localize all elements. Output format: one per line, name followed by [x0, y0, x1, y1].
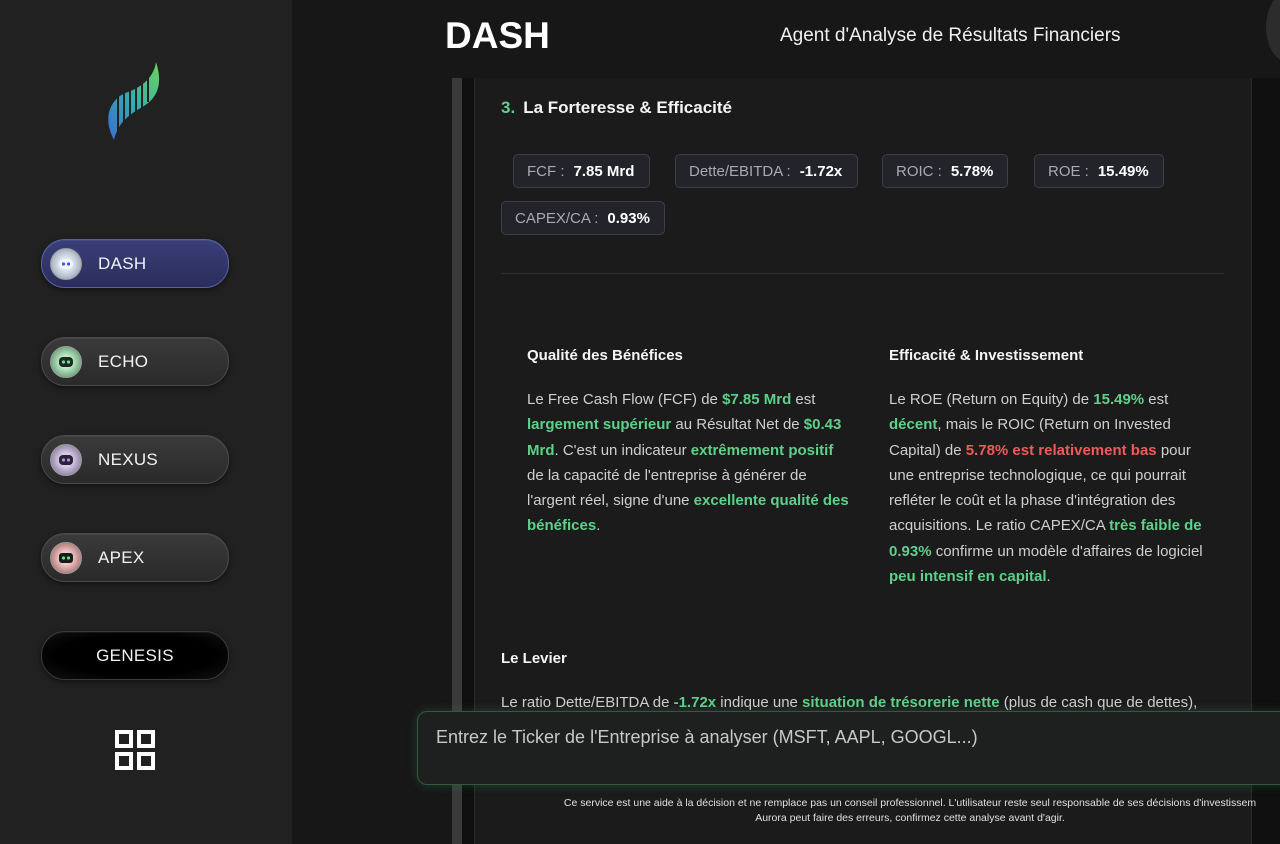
agent-label: ECHO [98, 351, 149, 371]
agent-label: NEXUS [98, 449, 159, 469]
metric-badge-dette-ebitda: Dette/EBITDA : -1.72x [675, 154, 858, 188]
agent-button-genesis[interactable]: GENESIS [41, 631, 229, 680]
agent-button-echo[interactable]: ECHO [41, 337, 229, 386]
metric-value: 5.78% [950, 162, 994, 180]
grid-icon[interactable] [115, 730, 155, 770]
metric-badge-capex-ca: CAPEX/CA : 0.93% [501, 201, 665, 235]
metric-badge-roic: ROIC : 5.78% [882, 154, 1008, 188]
agent-label: APEX [98, 547, 145, 567]
metric-badge-roe: ROE : 15.49% [1034, 154, 1164, 188]
disclaimer-line: Ce service est une aide à la décision et… [563, 797, 1257, 809]
metric-key: Dette/EBITDA : [689, 162, 791, 180]
profile-button[interactable] [1266, 0, 1280, 62]
agent-button-dash[interactable]: DASH [41, 239, 229, 288]
metric-value: 0.93% [607, 209, 650, 227]
robot-avatar-icon [50, 443, 82, 476]
metric-key: FCF : [527, 162, 565, 180]
disclaimer: Ce service est une aide à la décision et… [520, 796, 1280, 826]
efficiency-title: Efficacité & Investissement [889, 347, 1084, 364]
disclaimer-line: Aurora peut faire des erreurs, confirmez… [755, 812, 1065, 824]
robot-avatar-icon [50, 247, 82, 280]
agent-label: DASH [98, 253, 147, 273]
section-title: 3. La Forteresse & Efficacité [501, 98, 732, 118]
metric-badge-fcf: FCF : 7.85 Mrd [513, 154, 650, 188]
metric-key: ROE : [1048, 162, 1089, 180]
metric-key: ROIC : [896, 162, 942, 180]
metric-value: -1.72x [799, 162, 843, 180]
agent-label: GENESIS [96, 645, 174, 665]
header: DASH Agent d'Analyse de Résultats Financ… [292, 0, 1280, 78]
quality-title: Qualité des Bénéfices [527, 347, 683, 364]
quality-paragraph: Le Free Cash Flow (FCF) de $7.85 Mrd est… [527, 391, 849, 535]
ticker-input-container [417, 711, 1280, 785]
metric-key: CAPEX/CA : [515, 209, 599, 227]
metric-value: 7.85 Mrd [573, 162, 635, 180]
efficiency-paragraph: Le ROE (Return on Equity) de 15.49% est … [889, 391, 1203, 586]
leverage-title: Le Levier [501, 650, 567, 667]
robot-avatar-icon [50, 345, 82, 378]
robot-avatar-icon [50, 541, 82, 574]
ticker-input[interactable] [418, 712, 1280, 784]
page-title: DASH [445, 15, 550, 56]
metric-value: 15.49% [1097, 162, 1149, 180]
agent-button-nexus[interactable]: NEXUS [41, 435, 229, 484]
agent-button-apex[interactable]: APEX [41, 533, 229, 582]
app-logo-icon [108, 62, 160, 140]
sidebar: DASH ECHO NEXUS APEX GENESIS [0, 0, 292, 844]
page-subtitle: Agent d'Analyse de Résultats Financiers [780, 25, 1121, 46]
section-number: 3. [501, 98, 516, 117]
section-title-text: La Forteresse & Efficacité [523, 98, 732, 117]
divider [501, 273, 1224, 274]
